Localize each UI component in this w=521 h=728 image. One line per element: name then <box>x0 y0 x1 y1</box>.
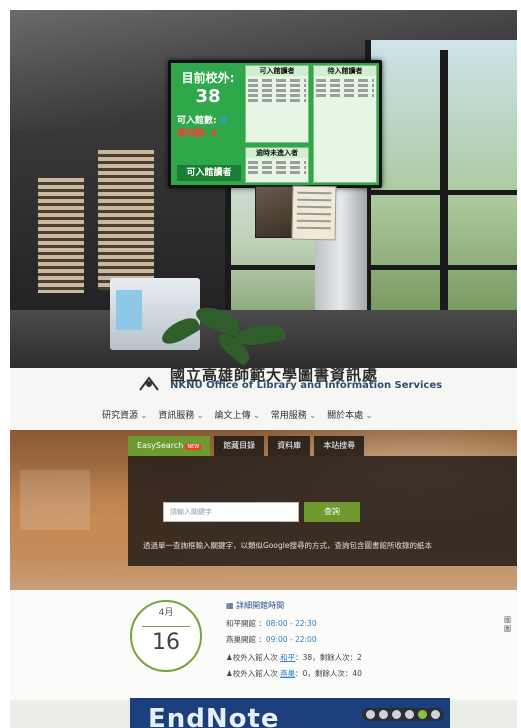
nav-item-thesis[interactable]: 論文上傳 <box>215 408 260 421</box>
tab-easysearch-label: EasySearch <box>137 441 184 450</box>
window-shutter <box>98 150 154 290</box>
campus-link[interactable]: 燕巢 <box>280 669 295 678</box>
wait-label: 等待數: <box>177 129 208 139</box>
tab-catalog[interactable]: 館藏目錄 <box>214 436 265 456</box>
library-logo-icon <box>139 376 159 391</box>
hours-label: 燕巢開館 <box>226 635 256 644</box>
waiting-panel-title: 待入館讀者 <box>314 66 376 76</box>
overdue-panel: 逾時未進入者 <box>245 147 309 183</box>
overdue-panel-title: 逾時未進入者 <box>246 148 308 158</box>
hours-title-text: 詳細開館時間 <box>236 601 285 610</box>
remain-label: 剩餘人次 <box>314 669 345 678</box>
kiosk-screen <box>116 290 142 330</box>
window-frame <box>440 50 448 350</box>
nav-item-research[interactable]: 研究資源 <box>102 408 147 421</box>
display-content: 目前校外: 38 可入館數: 0 等待數: 4 可入館讀者 可入館讀者 待入館讀… <box>171 63 379 185</box>
date-day: 16 <box>152 630 180 655</box>
hours-link[interactable]: ▦ 詳細開館時間 <box>226 600 284 611</box>
search-description: 透過單一查詢框輸入關鍵字，以類似Google搜尋的方式，查詢包含圖書館所收錄的紙… <box>143 541 432 550</box>
wait-stat: 等待數: 4 <box>173 126 243 139</box>
visitors-count: 0 <box>302 669 308 678</box>
date-divider <box>142 626 190 627</box>
campus-link[interactable]: 和平 <box>280 653 295 662</box>
visitor-count-display: 目前校外: 38 可入館數: 0 等待數: 4 可入館讀者 可入館讀者 待入館讀… <box>168 60 382 188</box>
hours-row-heping: 和平開館 ：08:00 - 22:30 <box>226 619 317 628</box>
carousel-dot-active[interactable] <box>418 710 427 719</box>
website-photo: 國立高雄師範大學圖書資訊處 NKNU Office of Library and… <box>10 368 517 728</box>
banner-decor <box>20 470 90 530</box>
wait-value: 4 <box>210 129 218 139</box>
nav-item-about[interactable]: 關於本處 <box>327 408 372 421</box>
display-admit-button: 可入館讀者 <box>177 165 241 181</box>
hours-row-yanchao: 燕巢開館 ：09:00 - 22:00 <box>226 635 317 644</box>
overdue-list <box>246 158 308 177</box>
side-tag: 國 圖 <box>504 616 511 633</box>
visitors-count: 38 <box>302 653 313 662</box>
endnote-banner-text: EndNote <box>148 704 280 728</box>
date-badge: 4月 16 <box>130 600 202 672</box>
carousel-dot[interactable] <box>405 710 414 719</box>
waiting-panel: 待入館讀者 <box>313 65 377 183</box>
calendar-icon: ▦ <box>226 601 237 610</box>
enter-stat: 可入館數: 0 <box>173 113 243 126</box>
waiting-list <box>314 76 376 100</box>
visitors-prefix: 校外入館人次 <box>232 669 278 678</box>
remain-count: 40 <box>352 669 362 678</box>
main-nav: 研究資源 資訊服務 論文上傳 常用服務 關於本處 <box>102 408 372 421</box>
lobby-photo: 目前校外: 38 可入館數: 0 等待數: 4 可入館讀者 可入館讀者 待入館讀… <box>10 10 517 368</box>
nav-item-common[interactable]: 常用服務 <box>271 408 316 421</box>
display-title: 目前校外: <box>181 71 235 85</box>
paper-notice <box>291 185 337 241</box>
carousel-dot[interactable] <box>431 710 440 719</box>
visitors-prefix: 校外入館人次 <box>232 653 278 662</box>
search-input[interactable]: 請輸入關鍵字 <box>163 502 299 522</box>
display-summary: 目前校外: 38 可入館數: 0 等待數: 4 可入館讀者 <box>173 65 243 183</box>
tab-database[interactable]: 資料庫 <box>268 436 311 456</box>
hours-time: 09:00 - 22:00 <box>265 635 317 644</box>
enter-value: 0 <box>219 116 227 126</box>
tab-site-search[interactable]: 本站搜尋 <box>314 436 365 456</box>
poster <box>255 186 293 238</box>
new-badge: NEW <box>185 444 202 450</box>
person-icon: ♟ <box>226 669 233 678</box>
remain-count: 2 <box>357 653 362 662</box>
window-frame <box>365 190 517 195</box>
site-name-english: NKNU Office of Library and Information S… <box>170 380 443 391</box>
carousel-dot[interactable] <box>392 710 401 719</box>
window-frame <box>225 265 517 270</box>
enter-label: 可入館數: <box>177 116 217 126</box>
hours-time: 08:00 - 22:30 <box>265 619 317 628</box>
admitted-list <box>246 76 308 105</box>
hours-label: 和平開館 <box>226 619 256 628</box>
carousel-dots <box>362 708 444 721</box>
search-tabs: EasySearch NEW 館藏目錄 資料庫 本站搜尋 <box>128 436 368 456</box>
nav-item-services[interactable]: 資訊服務 <box>158 408 203 421</box>
kiosk-machine <box>110 278 200 350</box>
search-button[interactable]: 查詢 <box>304 502 360 522</box>
visitors-row-yanchao: ♟校外入館人次 燕巢：0，剩餘人次：40 <box>226 669 362 678</box>
display-count: 38 <box>195 86 221 107</box>
admitted-panel-title: 可入館讀者 <box>246 66 308 76</box>
date-month: 4月 <box>158 608 174 618</box>
window-shutter <box>38 178 84 293</box>
person-icon: ♟ <box>226 653 233 662</box>
visitors-row-heping: ♟校外入館人次 和平：38，剩餘人次：2 <box>226 653 362 662</box>
site-header: 國立高雄師範大學圖書資訊處 NKNU Office of Library and… <box>10 368 517 430</box>
carousel-dot[interactable] <box>366 710 375 719</box>
admitted-panel: 可入館讀者 <box>245 65 309 143</box>
tab-easysearch[interactable]: EasySearch NEW <box>128 436 211 456</box>
remain-label: 剩餘人次 <box>319 653 350 662</box>
carousel-dot[interactable] <box>379 710 388 719</box>
